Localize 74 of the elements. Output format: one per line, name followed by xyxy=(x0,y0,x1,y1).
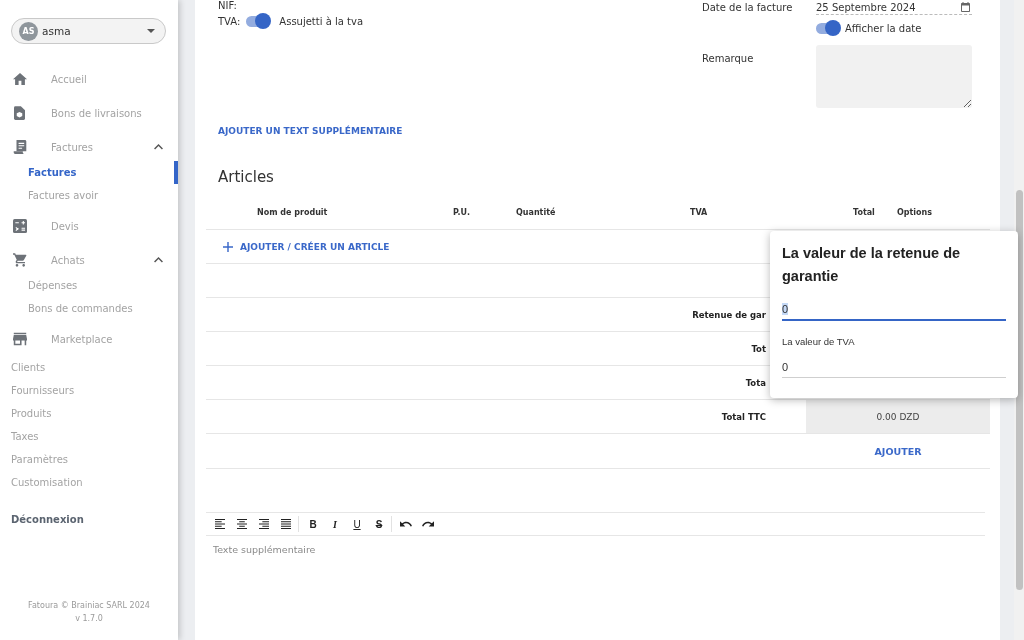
copyright-text: Fatoura © Brainiac SARL 2024 xyxy=(28,600,150,612)
value-field[interactable]: 0 xyxy=(782,356,1006,378)
logout-link[interactable]: Déconnexion xyxy=(0,508,178,531)
summary-label: Tot xyxy=(751,343,766,354)
sidebar-item[interactable]: Fournisseurs xyxy=(0,379,178,402)
sidebar-item[interactable]: Marketplace xyxy=(0,322,178,356)
sidebar-item[interactable]: Clients xyxy=(0,356,178,379)
bold-button[interactable]: B xyxy=(302,514,324,534)
home-icon xyxy=(12,72,27,86)
sidebar-item[interactable]: Produits xyxy=(0,402,178,425)
sidebar-item[interactable]: Factures xyxy=(0,130,178,164)
tva-value-label: La valeur de TVA xyxy=(782,336,856,348)
document-box-icon xyxy=(14,106,25,120)
align-center-icon xyxy=(237,519,247,529)
align-right-icon xyxy=(259,519,269,529)
sidebar-subitem[interactable]: Factures avoir xyxy=(0,184,178,207)
popover-title: La valeur de la retenue de garantie xyxy=(782,244,962,286)
scrollbar-thumb[interactable] xyxy=(1016,190,1023,590)
tva-switch-label: Assujetti à la tva xyxy=(279,15,364,27)
column-header: Nom de produit xyxy=(257,208,328,219)
sidebar-item[interactable]: Taxes xyxy=(0,425,178,448)
add-button[interactable]: AJOUTER xyxy=(868,441,928,461)
calculator-icon xyxy=(12,219,27,233)
tva-label: TVA: xyxy=(218,15,241,27)
underline-button[interactable]: U xyxy=(346,514,368,534)
align-left-icon xyxy=(215,519,225,529)
summary-label: Total TTC xyxy=(721,411,766,422)
italic-button[interactable]: I xyxy=(324,514,346,534)
column-header: Total xyxy=(853,208,875,219)
remark-label: Remarque xyxy=(702,52,755,64)
store-icon xyxy=(12,332,27,346)
plus-icon xyxy=(223,241,233,252)
sidebar-item[interactable]: Devis xyxy=(0,209,178,243)
sidebar-subitem[interactable]: Dépenses xyxy=(0,274,178,297)
sidebar-item[interactable]: Accueil xyxy=(0,62,178,96)
tva-switch[interactable] xyxy=(246,13,272,29)
sidebar-item[interactable]: Achats xyxy=(0,243,178,277)
section-title: Articles xyxy=(218,167,274,187)
sidebar-item[interactable]: Bons de livraisons xyxy=(0,96,178,130)
date-field[interactable]: 25 Septembre 2024 xyxy=(816,0,972,15)
avatar: AS xyxy=(19,21,38,41)
column-header: TVA xyxy=(690,208,708,219)
add-article-button[interactable]: AJOUTER / CRÉER UN ARTICLE xyxy=(219,237,394,256)
scrollbar[interactable] xyxy=(1014,0,1024,640)
show-date-label: Afficher la date xyxy=(845,22,922,34)
version-text: v 1.7.0 xyxy=(75,613,103,625)
sidebar-subitem[interactable]: Bons de commandes xyxy=(0,297,178,320)
strikethrough-button[interactable]: S xyxy=(368,514,390,534)
chevron-up-icon[interactable] xyxy=(154,144,163,150)
add-text-link[interactable]: AJOUTER UN TEXT SUPPLÉMENTAIRE xyxy=(218,125,403,137)
editor-text-field[interactable]: Texte supplémentaire xyxy=(206,536,985,640)
date-label: Date de la facture xyxy=(702,2,794,13)
undo-icon xyxy=(400,521,412,527)
align-justify-icon xyxy=(281,519,291,529)
user-menu[interactable]: AS asma xyxy=(11,18,166,44)
calendar-icon[interactable] xyxy=(961,2,970,12)
value-field[interactable]: 0 xyxy=(782,299,1006,321)
receipt-icon xyxy=(12,140,27,154)
summary-label: Tota xyxy=(745,377,766,388)
caret-icon xyxy=(147,29,155,33)
show-date-switch[interactable] xyxy=(816,20,841,36)
summary-value: 0.00 DZD xyxy=(806,400,990,433)
sidebar-item[interactable]: Customisation xyxy=(0,471,178,494)
user-name: asma xyxy=(42,25,72,37)
chevron-up-icon[interactable] xyxy=(154,257,163,263)
column-header: P.U. xyxy=(453,208,470,219)
summary-label: Retenue de gar xyxy=(692,309,766,320)
redo-icon xyxy=(422,521,434,527)
remark-field[interactable] xyxy=(816,45,972,108)
cart-icon xyxy=(12,253,27,267)
column-header: Quantité xyxy=(516,208,556,219)
nif-label: NIF: xyxy=(218,0,237,12)
sidebar-item[interactable]: Paramètres xyxy=(0,448,178,471)
column-header: Options xyxy=(897,208,933,219)
